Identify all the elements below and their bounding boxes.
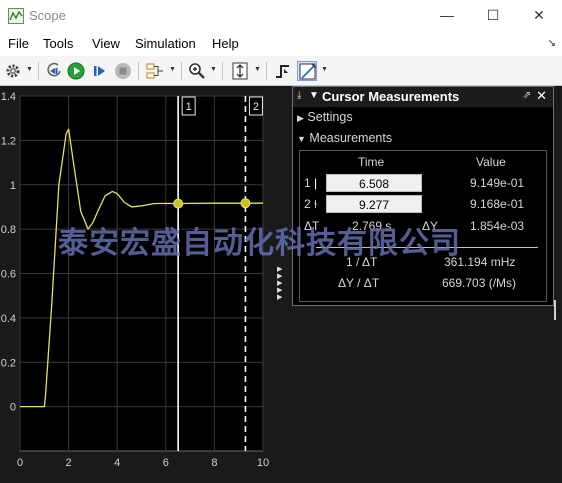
signal-dropdown-icon[interactable]: ▼ (169, 66, 176, 73)
signal-selector-icon[interactable] (145, 61, 165, 81)
menu-tools[interactable]: Tools (43, 36, 73, 51)
cursor-1-marker (173, 198, 184, 209)
step-back-icon[interactable] (44, 61, 64, 81)
cursor-2-time-input[interactable]: 9.277 (326, 195, 422, 213)
menu-view[interactable]: View (92, 36, 120, 51)
collapse-toolstrip-icon[interactable]: ↘ (548, 38, 556, 49)
y-tick-label: 0.2 (1, 357, 16, 369)
cursor-2-label: 2 (304, 197, 311, 211)
autoscale-icon[interactable] (230, 61, 250, 81)
cursor-1-value: 9.149e-01 (470, 176, 525, 190)
menu-simulation[interactable]: Simulation (135, 36, 196, 51)
maximize-button[interactable]: ☐ (470, 0, 516, 32)
value-column-header: Value (476, 155, 506, 169)
toolbar: ▼ ▼ ▼ ▼ ▼ (0, 56, 562, 86)
menu-help[interactable]: Help (212, 36, 239, 51)
stop-icon[interactable] (113, 61, 133, 81)
toolbar-separator (138, 62, 139, 80)
settings-label: Settings (307, 110, 353, 124)
x-tick-label: 10 (257, 457, 269, 469)
close-panel-icon[interactable]: ✕ (536, 88, 547, 104)
y-tick-label: 0.4 (1, 313, 16, 325)
delta-y-value: 1.854e-03 (470, 219, 525, 233)
scope-plot[interactable]: 0 2 4 6 8 10 0 0.2 0.4 0.6 0.8 1 1.2 1.4 1 2 (0, 86, 290, 483)
title-bar: Scope — ☐ ✕ (0, 0, 562, 32)
cursor-1-tag-label: 1 (186, 101, 192, 113)
gear-icon[interactable] (3, 61, 23, 81)
x-tick-label: 2 (66, 457, 72, 469)
y-tick-label: 1 (10, 180, 16, 192)
menu-bar: File Tools View Simulation Help ↘ (0, 32, 562, 56)
settings-dropdown-icon[interactable]: ▼ (26, 66, 33, 73)
step-forward-icon[interactable] (90, 61, 110, 81)
legend-toggle-icons[interactable]: ▶ ▶ ▶ ▶ ▶ (277, 266, 282, 301)
toolbar-separator (222, 62, 223, 80)
y-tick-label: 1.2 (1, 135, 16, 147)
settings-section[interactable]: ▶ Settings (297, 110, 353, 124)
window-title: Scope (29, 8, 66, 23)
panel-title: Cursor Measurements (322, 89, 460, 104)
zoom-icon[interactable] (187, 61, 207, 81)
plot-area[interactable]: 0 2 4 6 8 10 0 0.2 0.4 0.6 0.8 1 1.2 1.4 1 2 (0, 86, 290, 483)
panel-resize-handle[interactable] (554, 300, 556, 320)
collapse-arrow-icon: ▼ (297, 134, 306, 144)
measurements-label: Measurements (309, 131, 393, 145)
undock-icon[interactable]: ⇗ (523, 90, 531, 101)
pin-icon[interactable]: ⤓ (297, 90, 301, 101)
cursor-measurements-panel: ⤓ ▼ Cursor Measurements ⇗ ✕ ▶ Settings ▼… (292, 86, 554, 306)
slope-value: 669.703 (/Ms) (442, 276, 517, 290)
autoscale-dropdown-icon[interactable]: ▼ (254, 66, 261, 73)
y-tick-label: 0.8 (1, 224, 16, 236)
watermark: 泰安宏盛自动化科技有限公司 (58, 226, 461, 261)
measurements-section[interactable]: ▼ Measurements (297, 131, 392, 145)
cursor-1-time-input[interactable]: 6.508 (326, 174, 422, 192)
cursor-1-line-icon: | (314, 176, 318, 190)
collapse-panel-icon[interactable]: ▼ (309, 90, 319, 101)
cursor-dropdown-icon[interactable]: ▼ (321, 66, 328, 73)
cursor-1-label: 1 (304, 176, 311, 190)
toolbar-separator (181, 62, 182, 80)
run-icon[interactable] (66, 61, 86, 81)
x-tick-label: 4 (114, 457, 120, 469)
close-button[interactable]: ✕ (516, 0, 562, 32)
expand-arrow-icon: ▶ (297, 113, 304, 123)
minimize-button[interactable]: — (424, 0, 470, 32)
cursor-2-tag-label: 2 (253, 101, 259, 113)
cursor-2-marker (240, 198, 251, 209)
x-tick-label: 6 (163, 457, 169, 469)
scope-app-icon (8, 8, 24, 24)
toolbar-separator (266, 62, 267, 80)
cursor-2-dashed-line-icon: ⫮ (314, 197, 318, 211)
x-tick-label: 0 (17, 457, 23, 469)
y-tick-label: 0.6 (1, 269, 16, 281)
x-tick-label: 8 (211, 457, 217, 469)
y-tick-label: 0 (10, 402, 16, 414)
cursor-2-value: 9.168e-01 (470, 197, 525, 211)
time-column-header: Time (358, 155, 385, 169)
y-tick-label: 1.4 (1, 91, 16, 103)
toolbar-separator (38, 62, 39, 80)
panel-header: ⤓ ▼ Cursor Measurements ⇗ ✕ (293, 87, 553, 107)
zoom-dropdown-icon[interactable]: ▼ (210, 66, 217, 73)
slope-label: ΔY / ΔT (338, 276, 380, 290)
cursor-measurements-icon[interactable] (297, 61, 317, 81)
trigger-icon[interactable] (273, 61, 293, 81)
menu-file[interactable]: File (8, 36, 29, 51)
